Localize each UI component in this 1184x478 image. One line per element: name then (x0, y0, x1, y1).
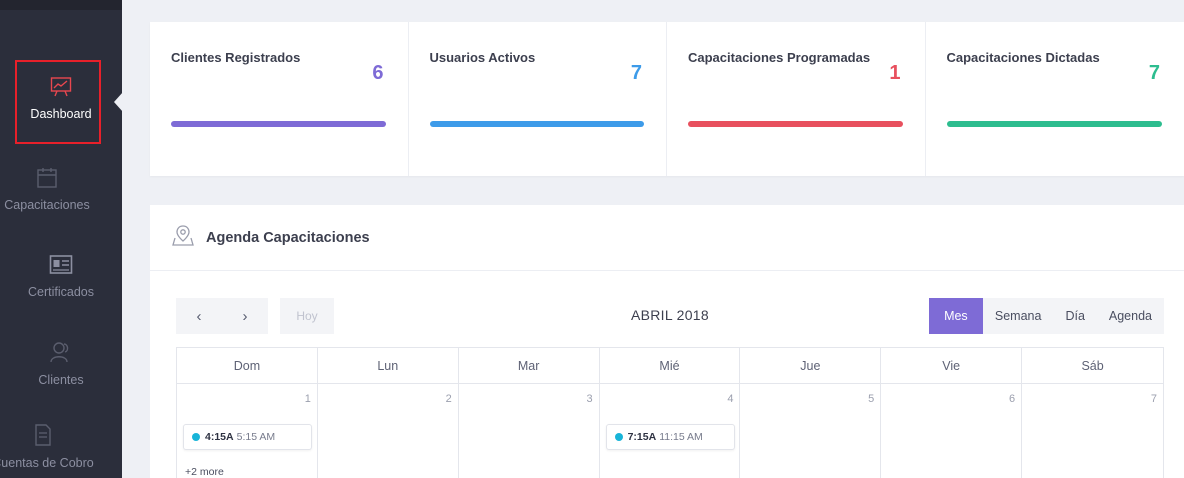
sidebar-item-cuentas-de-cobro[interactable]: Cuentas de Cobro (0, 423, 104, 470)
users-icon (0, 340, 122, 367)
sidebar-item-clientes[interactable]: Clientes (0, 340, 122, 387)
stat-bar (688, 121, 903, 127)
day-number[interactable]: 1 (305, 393, 311, 405)
day-cell[interactable]: 1 4:15A 5:15 AM +2 more (177, 384, 318, 478)
day-number[interactable]: 6 (1009, 393, 1015, 405)
stat-title: Usuarios Activos (429, 50, 536, 65)
weekday-header: Vie (881, 348, 1023, 383)
stat-value: 6 (372, 62, 384, 84)
active-item-highlight (15, 60, 101, 144)
sidebar-item-label: Capacitaciones (4, 198, 90, 212)
day-number[interactable]: 7 (1151, 393, 1157, 405)
stat-bar (946, 121, 1162, 127)
sidebar-top-strip (0, 0, 122, 10)
stat-title: Capacitaciones Dictadas (946, 50, 1100, 65)
day-cell[interactable]: 4 7:15A 11:15 AM (600, 384, 741, 478)
stat-capacitaciones-programadas: Capacitaciones Programadas 1 (667, 22, 926, 176)
calendar-icon (0, 167, 108, 192)
day-cell[interactable]: 3 (459, 384, 600, 478)
sidebar-item-label: Clientes (38, 373, 84, 387)
active-nav-caret (114, 92, 123, 112)
event-start-time: 4:15A (205, 431, 234, 443)
calendar-view-switcher: Mes Semana Día Agenda (928, 298, 1164, 334)
stat-value: 7 (1148, 62, 1160, 84)
view-agenda-button[interactable]: Agenda (1096, 298, 1164, 334)
stat-bar (171, 121, 386, 127)
calendar-toolbar: ‹ › Hoy ABRIL 2018 Mes Semana Día Agenda (176, 298, 1164, 334)
day-cell[interactable]: 6 (881, 384, 1023, 478)
sidebar-item-label: Cuentas de Cobro (0, 456, 94, 470)
day-number[interactable]: 4 (727, 393, 733, 405)
weekday-header: Lun (318, 348, 459, 383)
calendar-event[interactable]: 4:15A 5:15 AM (183, 424, 312, 450)
agenda-card: Agenda Capacitaciones ‹ › Hoy ABRIL 2018… (150, 205, 1184, 478)
stat-title: Capacitaciones Programadas (688, 50, 871, 65)
map-pin-icon (172, 224, 194, 251)
day-number[interactable]: 5 (868, 393, 874, 405)
agenda-title: Agenda Capacitaciones (206, 229, 370, 246)
day-cell[interactable]: 2 (318, 384, 459, 478)
day-cell[interactable]: 5 (740, 384, 882, 478)
day-number[interactable]: 2 (446, 393, 452, 405)
event-dot-icon (192, 433, 200, 441)
weekday-header: Jue (740, 348, 882, 383)
view-day-button[interactable]: Día (1053, 298, 1097, 334)
document-icon (0, 423, 104, 450)
weekday-header-row: Dom Lun Mar Mié Jue Vie Sáb (176, 347, 1164, 384)
id-card-icon (0, 254, 122, 279)
sidebar-item-label: Certificados (28, 285, 94, 299)
event-start-time: 7:15A (627, 431, 657, 443)
stat-value: 7 (630, 62, 642, 84)
view-week-button[interactable]: Semana (982, 298, 1054, 334)
stat-value: 1 (889, 62, 901, 84)
sidebar-item-certificados[interactable]: Certificados (0, 254, 122, 299)
event-dot-icon (614, 433, 623, 441)
weekday-header: Sáb (1081, 358, 1104, 373)
stats-card: Clientes Registrados 6 Usuarios Activos … (150, 22, 1184, 176)
event-end-time: 11:15 AM (659, 431, 703, 443)
weekday-header: Mar (459, 348, 600, 383)
day-number[interactable]: 3 (586, 393, 592, 405)
weekday-header: Dom (177, 348, 318, 383)
stat-bar (429, 121, 644, 127)
calendar-event[interactable]: 7:15A 11:15 AM (605, 424, 735, 450)
event-end-time: 5:15 AM (236, 431, 276, 443)
weekday-header: Mié (600, 348, 741, 383)
stat-usuarios-activos: Usuarios Activos 7 (409, 22, 667, 176)
view-month-button[interactable]: Mes (928, 298, 983, 334)
calendar-week-row: 1 4:15A 5:15 AM +2 more 2 3 4 7:15A 11:1… (176, 384, 1164, 478)
stat-clientes-registrados: Clientes Registrados 6 (150, 22, 409, 176)
more-events-link[interactable]: +2 more (185, 466, 224, 478)
sidebar: Dashboard Capacitaciones Certificados Cl… (0, 0, 122, 478)
sidebar-item-capacitaciones[interactable]: Capacitaciones (0, 167, 108, 212)
agenda-header: Agenda Capacitaciones (150, 205, 1184, 271)
month-calendar: Dom Lun Mar Mié Jue Vie Sáb 1 4:15A 5:15… (176, 347, 1164, 478)
stat-capacitaciones-dictadas: Capacitaciones Dictadas 7 (926, 22, 1184, 176)
stat-title: Clientes Registrados (171, 50, 301, 65)
day-cell[interactable]: 7 (1022, 384, 1163, 478)
